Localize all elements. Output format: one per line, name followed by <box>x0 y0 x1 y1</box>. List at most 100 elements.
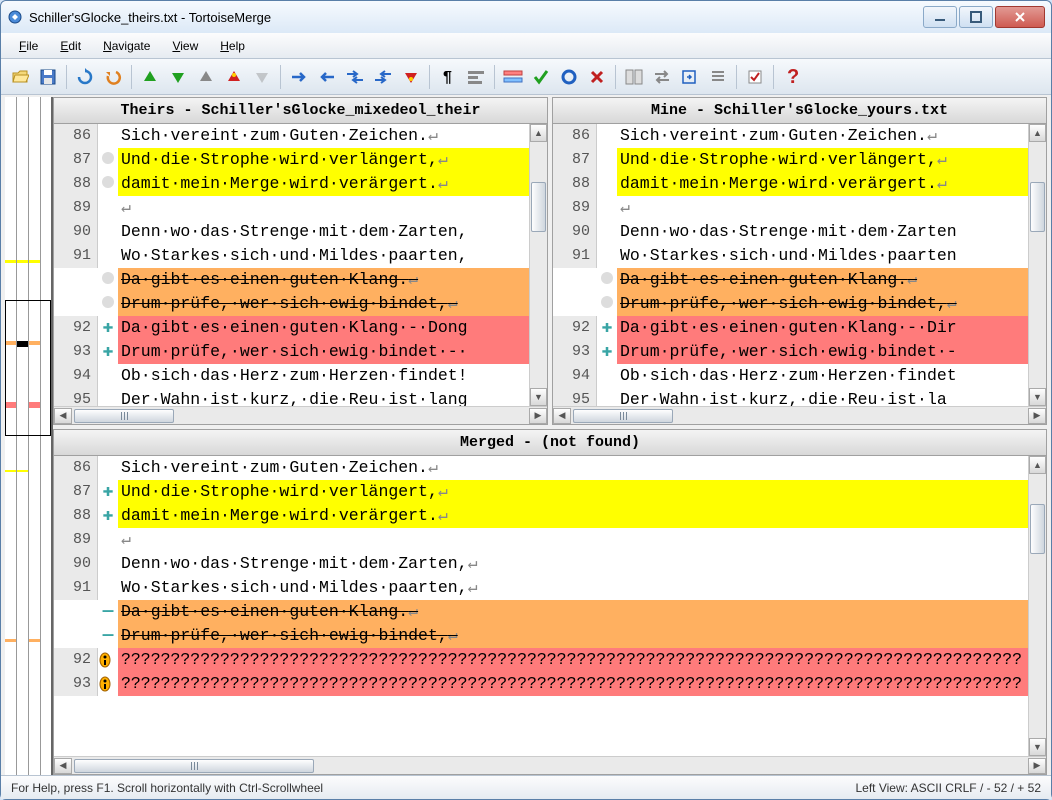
mine-vscroll[interactable]: ▲▼ <box>1028 124 1046 406</box>
line-marker: ✚ <box>98 480 118 504</box>
use-left-then-right-icon[interactable] <box>370 64 396 90</box>
line-number: 93 <box>54 672 98 696</box>
code-line[interactable]: 90Denn·wo·das·Strenge·mit·dem·Zarten, <box>54 220 529 244</box>
theirs-code[interactable]: 86Sich·vereint·zum·Guten·Zeichen.↵87Und·… <box>54 124 529 406</box>
next-conflict-icon[interactable] <box>249 64 275 90</box>
code-line[interactable]: 88✚damit·mein·Merge·wird·verärgert.↵ <box>54 504 1028 528</box>
code-line[interactable]: 88damit·mein·Merge·wird·verärgert.↵ <box>54 172 529 196</box>
undo-icon[interactable] <box>100 64 126 90</box>
use-right-then-left-icon[interactable] <box>342 64 368 90</box>
menu-file[interactable]: File <box>9 36 48 56</box>
merged-code[interactable]: 86Sich·vereint·zum·Guten·Zeichen.↵87✚Und… <box>54 456 1028 756</box>
menu-help[interactable]: Help <box>210 36 255 56</box>
mine-hscroll[interactable]: ◀▶ <box>553 406 1046 424</box>
line-text: Der·Wahn·ist·kurz,·die·Reu·ist·lang <box>118 388 529 406</box>
code-line[interactable]: 90Denn·wo·das·Strenge·mit·dem·Zarten,↵ <box>54 552 1028 576</box>
circle-icon[interactable] <box>556 64 582 90</box>
code-line[interactable]: 87Und·die·Strophe·wird·verlängert,↵ <box>553 148 1028 172</box>
code-line[interactable]: Da·gibt·es·einen·guten·Klang.↵ <box>54 268 529 292</box>
line-text: Da·gibt·es·einen·guten·Klang.↵ <box>617 268 1028 292</box>
code-line[interactable]: 89↵ <box>54 528 1028 552</box>
line-marker <box>98 292 118 316</box>
reload-icon[interactable] <box>72 64 98 90</box>
options-icon[interactable] <box>742 64 768 90</box>
menu-navigate[interactable]: Navigate <box>93 36 160 56</box>
code-line[interactable]: Da·gibt·es·einen·guten·Klang.↵ <box>553 268 1028 292</box>
code-line[interactable]: 86Sich·vereint·zum·Guten·Zeichen.↵ <box>54 124 529 148</box>
workspace: Theirs - Schiller'sGlocke_mixedeol_their… <box>1 95 1051 775</box>
code-line[interactable]: 93??????????????????????????????????????… <box>54 672 1028 696</box>
mine-pane-title: Mine - Schiller'sGlocke_yours.txt <box>553 98 1046 124</box>
minimize-button[interactable] <box>923 6 957 28</box>
code-line[interactable]: 93✚Drum·prüfe,·wer·sich·ewig·bindet·-· <box>54 340 529 364</box>
line-number: 87 <box>54 148 98 172</box>
line-text: damit·mein·Merge·wird·verärgert.↵ <box>118 172 529 196</box>
line-number: 92 <box>553 316 597 340</box>
theirs-vscroll[interactable]: ▲▼ <box>529 124 547 406</box>
collapse-icon[interactable] <box>500 64 526 90</box>
open-icon[interactable] <box>7 64 33 90</box>
next-diff-icon[interactable] <box>165 64 191 90</box>
locator-bar[interactable] <box>5 97 53 775</box>
code-line[interactable]: 92✚Da·gibt·es·einen·guten·Klang·-·Dir <box>553 316 1028 340</box>
menu-edit[interactable]: Edit <box>50 36 91 56</box>
mine-code[interactable]: 86Sich·vereint·zum·Guten·Zeichen.↵87Und·… <box>553 124 1028 406</box>
use-right-icon[interactable] <box>286 64 312 90</box>
theirs-hscroll[interactable]: ◀▶ <box>54 406 547 424</box>
code-line[interactable]: 89↵ <box>54 196 529 220</box>
line-text: Denn·wo·das·Strenge·mit·dem·Zarten <box>617 220 1028 244</box>
code-line[interactable]: 93✚Drum·prüfe,·wer·sich·ewig·bindet·- <box>553 340 1028 364</box>
titlebar[interactable]: Schiller'sGlocke_theirs.txt - TortoiseMe… <box>1 1 1051 33</box>
code-line[interactable]: 91Wo·Starkes·sich·und·Mildes·paarten <box>553 244 1028 268</box>
line-text: Drum·prüfe,·wer·sich·ewig·bindet,↵ <box>118 292 529 316</box>
code-line[interactable]: 90 Denn·wo·das·Strenge·mit·dem·Zarten <box>553 220 1028 244</box>
code-line[interactable]: 88damit·mein·Merge·wird·verärgert.↵ <box>553 172 1028 196</box>
code-line[interactable]: 91Wo·Starkes·sich·und·Mildes·paarten,↵ <box>54 576 1028 600</box>
code-line[interactable]: Drum·prüfe,·wer·sich·ewig·bindet,↵ <box>54 292 529 316</box>
two-pane-icon[interactable] <box>621 64 647 90</box>
swap-icon[interactable] <box>649 64 675 90</box>
code-line[interactable]: 87✚Und·die·Strophe·wird·verlängert,↵ <box>54 480 1028 504</box>
code-line[interactable]: 86Sich·vereint·zum·Guten·Zeichen.↵ <box>553 124 1028 148</box>
code-line[interactable]: 86Sich·vereint·zum·Guten·Zeichen.↵ <box>54 456 1028 480</box>
code-line[interactable]: 95Der·Wahn·ist·kurz,·die·Reu·ist·lang <box>54 388 529 406</box>
code-line[interactable]: —Da·gibt·es·einen·guten·Klang.↵ <box>54 600 1028 624</box>
list-icon[interactable] <box>705 64 731 90</box>
merged-vscroll[interactable]: ▲▼ <box>1028 456 1046 756</box>
menu-view[interactable]: View <box>162 36 208 56</box>
check-icon[interactable] <box>528 64 554 90</box>
status-view-info: Left View: ASCII CRLF / - 52 / + 52 <box>855 781 1041 795</box>
code-line[interactable]: 92??????????????????????????????????????… <box>54 648 1028 672</box>
code-line[interactable]: 95Der·Wahn·ist·kurz,·die·Reu·ist·la <box>553 388 1028 406</box>
inline-diff-icon[interactable] <box>463 64 489 90</box>
code-line[interactable]: 89↵ <box>553 196 1028 220</box>
line-text: Da·gibt·es·einen·guten·Klang·-·Dir <box>617 316 1028 340</box>
code-line[interactable]: 87Und·die·Strophe·wird·verlängert,↵ <box>54 148 529 172</box>
close-button[interactable] <box>995 6 1045 28</box>
code-line[interactable]: —Drum·prüfe,·wer·sich·ewig·bindet,↵ <box>54 624 1028 648</box>
code-line[interactable]: 92✚Da·gibt·es·einen·guten·Klang·-·Dong <box>54 316 529 340</box>
help-icon[interactable]: ? <box>779 64 805 90</box>
whitespace-icon[interactable]: ¶ <box>435 64 461 90</box>
mark-resolved-icon[interactable] <box>398 64 424 90</box>
prev-diff-icon[interactable] <box>137 64 163 90</box>
line-number: 86 <box>54 456 98 480</box>
line-number: 90 <box>553 220 597 244</box>
code-line[interactable]: 94Ob·sich·das·Herz·zum·Herzen·findet! <box>54 364 529 388</box>
goto-icon[interactable] <box>677 64 703 90</box>
merged-hscroll[interactable]: ◀▶ <box>54 756 1046 774</box>
line-marker <box>98 148 118 172</box>
prev-inline-icon[interactable] <box>193 64 219 90</box>
maximize-button[interactable] <box>959 6 993 28</box>
line-marker: — <box>98 624 118 648</box>
line-number: 91 <box>54 244 98 268</box>
code-line[interactable]: Drum·prüfe,·wer·sich·ewig·bindet,↵ <box>553 292 1028 316</box>
code-line[interactable]: 91Wo·Starkes·sich·und·Mildes·paarten, <box>54 244 529 268</box>
save-icon[interactable] <box>35 64 61 90</box>
code-line[interactable]: 94Ob·sich·das·Herz·zum·Herzen·findet <box>553 364 1028 388</box>
prev-conflict-icon[interactable] <box>221 64 247 90</box>
use-left-icon[interactable] <box>314 64 340 90</box>
x-icon[interactable] <box>584 64 610 90</box>
line-text: Der·Wahn·ist·kurz,·die·Reu·ist·la <box>617 388 1028 406</box>
line-marker <box>98 268 118 292</box>
